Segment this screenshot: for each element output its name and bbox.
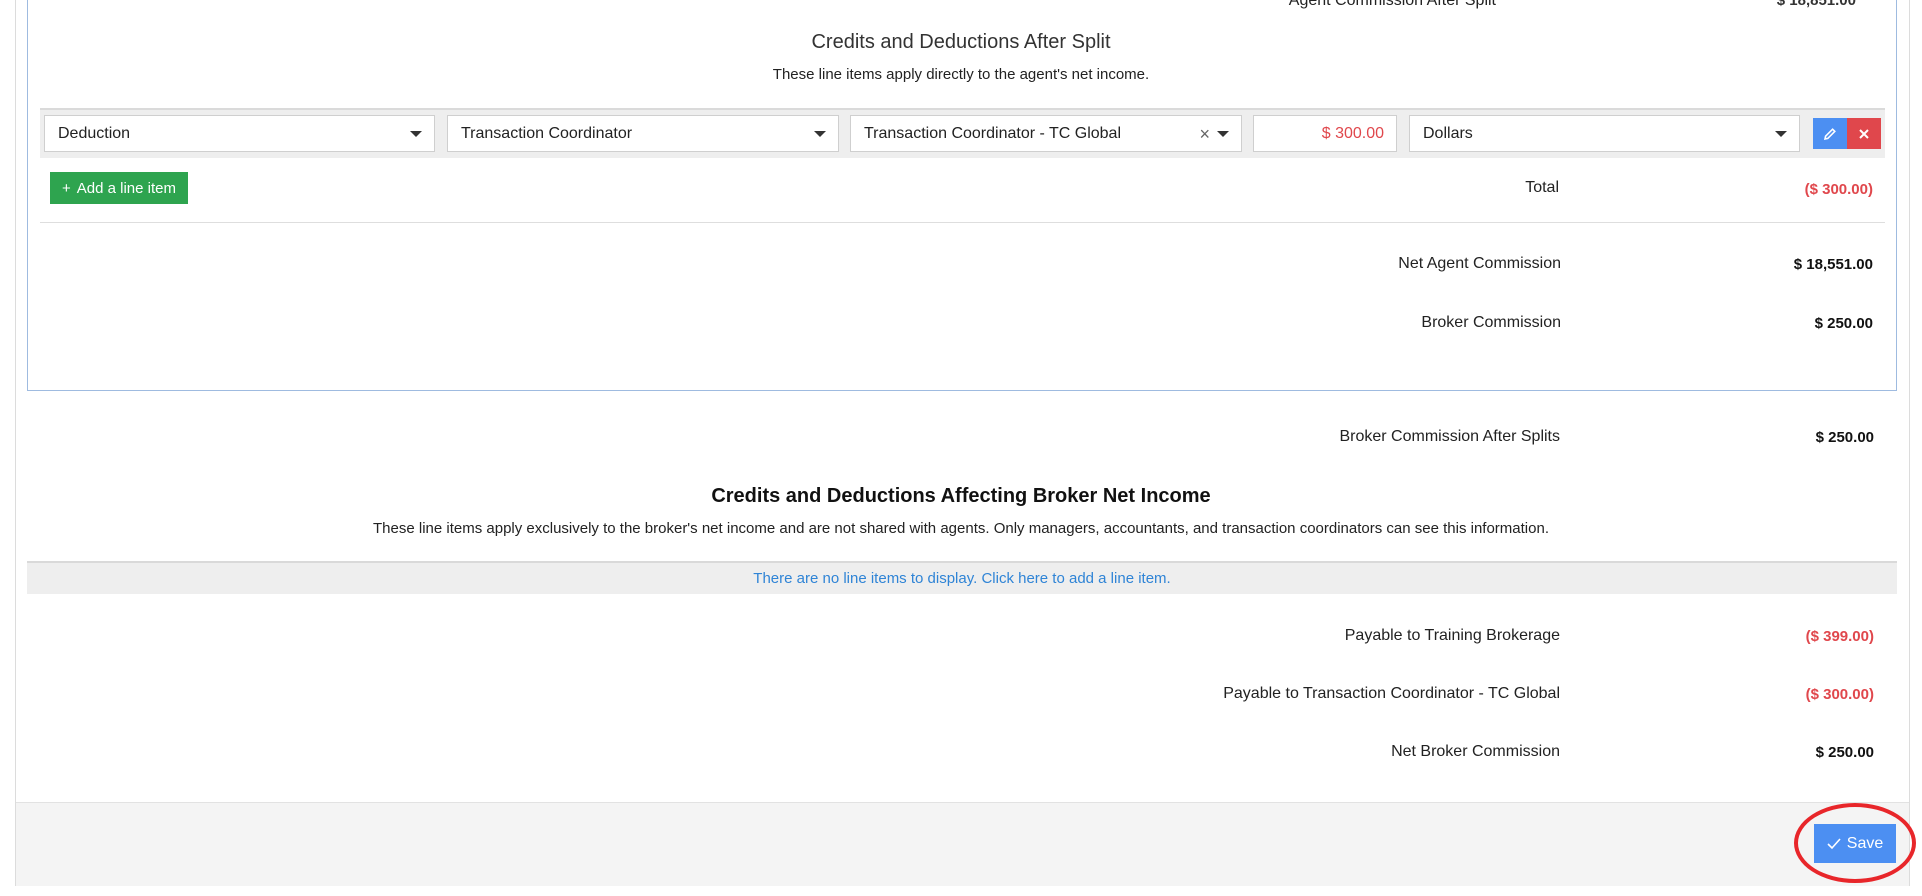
agent-split-title: Credits and Deductions After Split	[811, 31, 1111, 53]
edit-line-item-button[interactable]	[1813, 118, 1847, 149]
line-item-category-value: Transaction Coordinator	[461, 124, 633, 142]
agent-commission-after-split-value: $ 18,851.00	[1776, 0, 1856, 9]
chevron-down-icon	[410, 131, 422, 137]
close-icon	[1859, 128, 1869, 139]
net-broker-commission-value: $ 250.00	[1815, 744, 1874, 761]
agent-commission-after-split-label: Agent Commission After Split	[1288, 0, 1496, 9]
broker-section-subtitle: These line items apply exclusively to th…	[373, 520, 1549, 537]
total-value: ($ 300.00)	[1804, 181, 1873, 198]
total-label: Total	[1525, 179, 1559, 196]
line-item-payee-value: Transaction Coordinator - TC Global	[864, 124, 1121, 142]
line-item-amount-value: $ 300.00	[1321, 124, 1384, 142]
remove-line-item-button[interactable]	[1847, 118, 1881, 149]
add-line-item-label: Add a line item	[76, 179, 176, 197]
add-broker-line-item-link[interactable]: There are no line items to display. Clic…	[27, 561, 1897, 594]
agent-split-subtitle: These line items apply directly to the a…	[772, 66, 1150, 83]
net-broker-commission-label: Net Broker Commission	[1391, 743, 1560, 760]
broker-commission-after-splits-label: Broker Commission After Splits	[1339, 428, 1560, 445]
line-item-unit-value: Dollars	[1423, 124, 1473, 142]
line-item-payee-select[interactable]: Transaction Coordinator - TC Global ×	[850, 115, 1242, 152]
chevron-down-icon	[1775, 131, 1787, 137]
line-item-category-select[interactable]: Transaction Coordinator	[447, 115, 839, 152]
clear-icon[interactable]: ×	[1199, 124, 1210, 145]
pencil-icon	[1823, 127, 1836, 140]
line-item-amount-input[interactable]: $ 300.00	[1253, 115, 1397, 152]
agent-split-section: Agent Commission After Split $ 18,851.00	[27, 0, 1897, 391]
chevron-down-icon	[814, 131, 826, 137]
add-line-item-button[interactable]: + Add a line item	[50, 172, 188, 204]
line-item-type-select[interactable]: Deduction	[44, 115, 435, 152]
broker-commission-label: Broker Commission	[1421, 314, 1561, 331]
line-item-unit-select[interactable]: Dollars	[1409, 115, 1800, 152]
chevron-down-icon	[1217, 131, 1229, 137]
highlight-circle	[1794, 803, 1916, 883]
net-agent-commission-value: $ 18,551.00	[1793, 256, 1873, 273]
broker-commission-after-splits-value: $ 250.00	[1815, 429, 1874, 446]
payable-value: ($ 300.00)	[1805, 686, 1874, 703]
line-item-type-value: Deduction	[58, 124, 131, 142]
broker-section-title: Credits and Deductions Affecting Broker …	[711, 485, 1211, 507]
payable-label: Payable to Transaction Coordinator - TC …	[1223, 685, 1560, 702]
plus-icon: +	[62, 179, 71, 197]
net-agent-commission-label: Net Agent Commission	[1398, 255, 1561, 272]
divider	[40, 222, 1885, 223]
payable-label: Payable to Training Brokerage	[1344, 627, 1560, 644]
form-footer	[16, 802, 1909, 886]
payable-value: ($ 399.00)	[1805, 628, 1874, 645]
broker-commission-value: $ 250.00	[1814, 315, 1873, 332]
